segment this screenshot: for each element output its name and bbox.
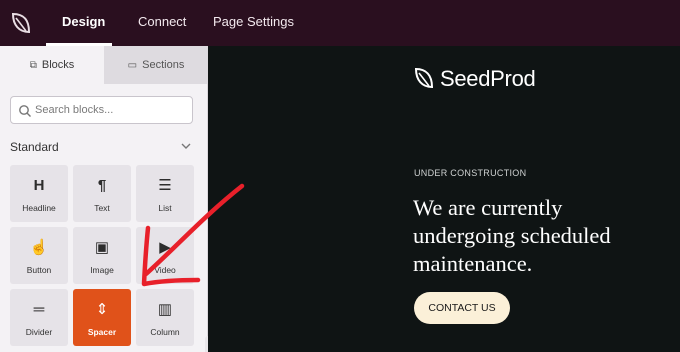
block-button[interactable]: ☝ Button xyxy=(10,227,68,284)
page-preview: SeedProd UNDER CONSTRUCTION We are curre… xyxy=(208,46,680,352)
tab-blocks[interactable]: ⧉ Blocks xyxy=(0,46,104,84)
section-title-standard: Standard xyxy=(10,140,59,154)
top-bar: Design Connect Page Settings xyxy=(0,0,680,46)
tab-sections[interactable]: ▭ Sections xyxy=(104,46,207,84)
contact-us-button[interactable]: CONTACT US xyxy=(414,292,510,324)
block-label: Spacer xyxy=(87,327,117,337)
divider-icon: ═ xyxy=(33,301,45,318)
chevron-down-icon[interactable] xyxy=(180,140,192,152)
seedprod-leaf-icon xyxy=(414,67,434,89)
seedprod-leaf-icon[interactable] xyxy=(10,10,32,36)
block-image[interactable]: ▣ Image xyxy=(73,227,131,284)
block-label: Headline xyxy=(22,203,56,213)
column-icon: ▥ xyxy=(157,301,173,318)
block-label: Column xyxy=(150,327,180,337)
eyebrow-text: UNDER CONSTRUCTION xyxy=(414,168,527,178)
pointer-icon: ☝ xyxy=(29,239,49,256)
tab-page-settings[interactable]: Page Settings xyxy=(213,0,294,46)
blocks-sidebar: ⧉ Blocks ▭ Sections Standard H Headline ¶ … xyxy=(0,46,208,352)
spacer-icon: ⇕ xyxy=(95,301,109,318)
block-label: Button xyxy=(26,265,52,275)
blocks-icon: ⧉ xyxy=(29,60,37,71)
block-column[interactable]: ▥ Column xyxy=(136,289,194,346)
sidebar-tabs: ⧉ Blocks ▭ Sections xyxy=(0,46,207,84)
paragraph-icon: ¶ xyxy=(97,177,107,194)
block-label: List xyxy=(158,203,172,213)
video-icon: ▶ xyxy=(159,239,171,256)
tab-design[interactable]: Design xyxy=(62,0,105,46)
block-label: Text xyxy=(94,203,110,213)
image-icon: ▣ xyxy=(94,239,110,256)
tab-connect[interactable]: Connect xyxy=(138,0,186,46)
block-label: Video xyxy=(154,265,176,275)
headline-text: We are currently undergoing scheduled ma… xyxy=(413,195,611,276)
block-label: Image xyxy=(90,265,114,275)
search-input[interactable] xyxy=(35,101,185,119)
tab-blocks-label: Blocks xyxy=(41,59,75,71)
tab-sections-label: Sections xyxy=(142,59,185,71)
block-text[interactable]: ¶ Text xyxy=(73,165,131,222)
block-divider[interactable]: ═ Divider xyxy=(10,289,68,346)
sections-icon: ▭ xyxy=(127,60,138,71)
block-video[interactable]: ▶ Video xyxy=(136,227,194,284)
search-icon xyxy=(19,105,31,117)
list-icon: ☰ xyxy=(158,177,172,194)
headline-icon: H xyxy=(33,177,45,194)
block-headline[interactable]: H Headline xyxy=(10,165,68,222)
search-box xyxy=(10,96,193,124)
block-spacer[interactable]: ⇕ Spacer xyxy=(73,289,131,346)
block-label: Divider xyxy=(25,327,53,337)
block-list[interactable]: ☰ List xyxy=(136,165,194,222)
brand-name: SeedProd xyxy=(440,66,536,91)
